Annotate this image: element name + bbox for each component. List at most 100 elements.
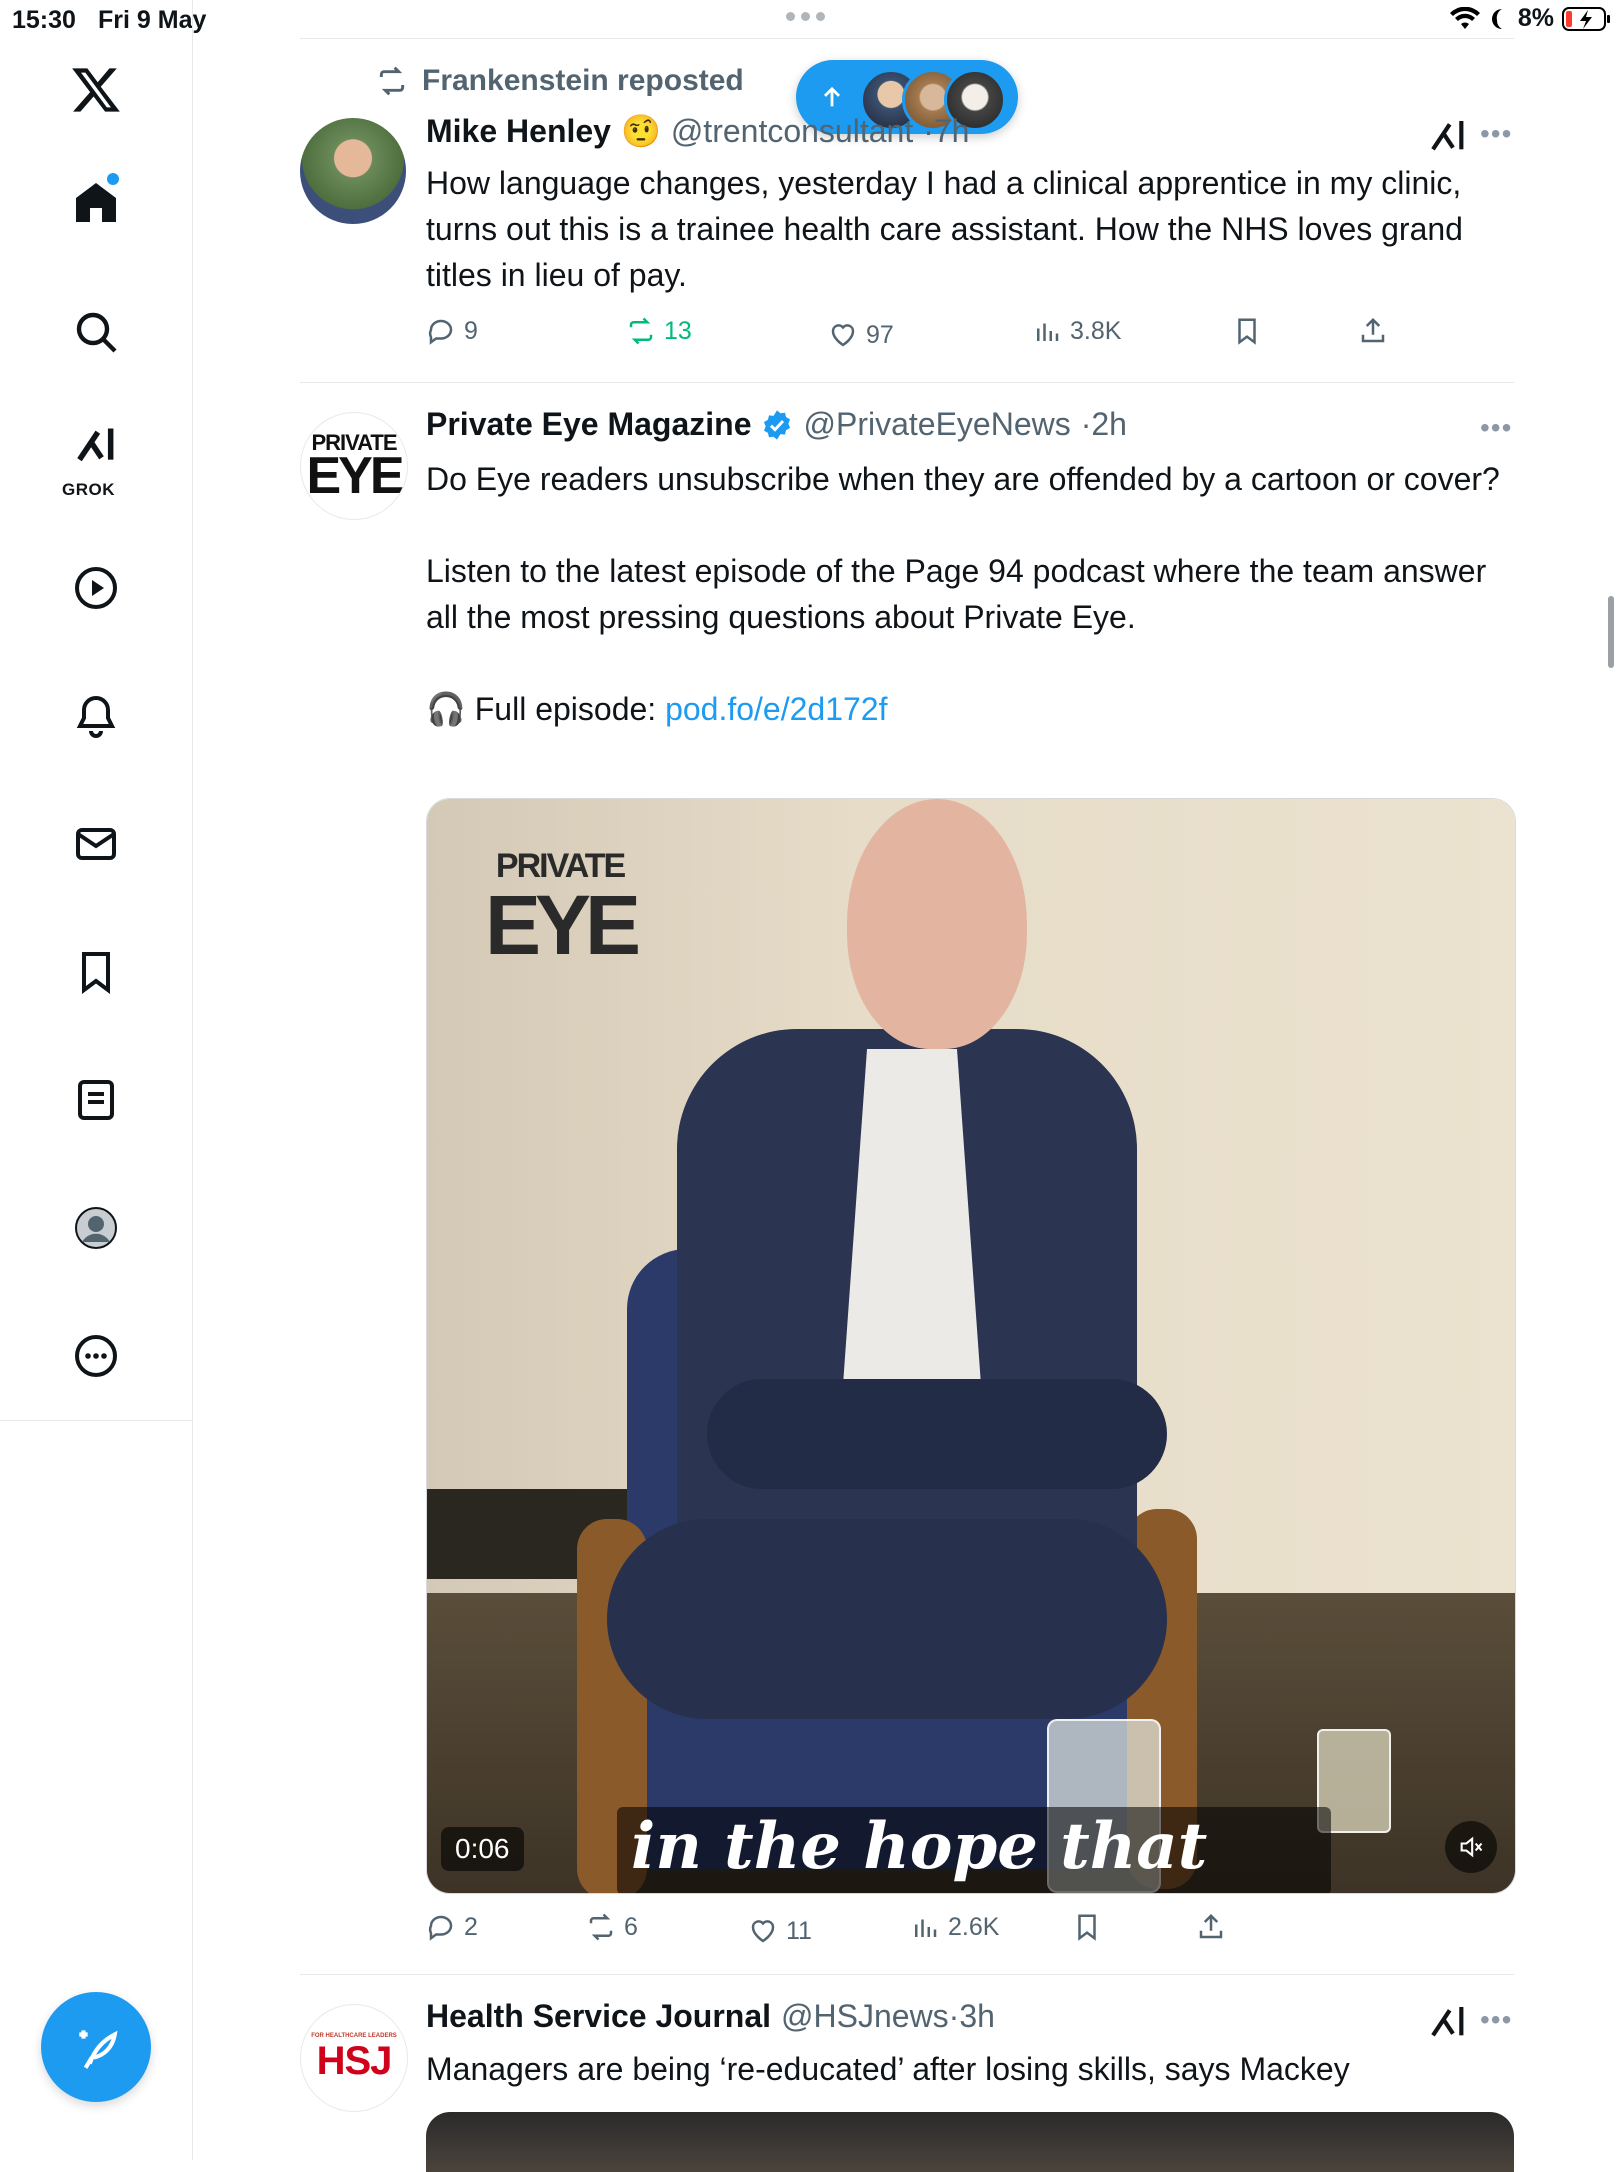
views-button[interactable]: 3.8K <box>1032 316 1121 346</box>
home-icon <box>76 183 116 222</box>
x-logo-icon <box>72 68 120 112</box>
sidebar-item-lists[interactable] <box>56 1060 136 1140</box>
home-notification-dot <box>107 173 119 185</box>
sidebar-item-bookmarks[interactable] <box>56 932 136 1012</box>
like-count: 11 <box>786 1916 812 1945</box>
grok-label: GROK <box>62 480 115 499</box>
reply-button[interactable]: 9 <box>426 316 478 346</box>
status-indicators: 8% <box>1449 4 1612 33</box>
author-handle[interactable]: @HSJnews <box>781 1998 949 2035</box>
mail-icon <box>76 828 116 860</box>
tweet-time[interactable]: ·3h <box>949 1998 995 2035</box>
like-button[interactable]: 11 <box>748 1916 812 1946</box>
volume-muted-icon <box>1460 1836 1483 1858</box>
repost-icon <box>379 66 405 96</box>
scrollbar[interactable] <box>1608 596 1614 668</box>
battery-percent: 8% <box>1517 4 1554 32</box>
repost-button[interactable]: 13 <box>626 316 692 346</box>
tweet-time[interactable]: ·7h <box>923 113 969 150</box>
video-watermark: PRIVATE EYE <box>485 849 641 972</box>
headphones-emoji: 🎧 <box>426 691 466 727</box>
author-name[interactable]: Private Eye Magazine <box>426 406 751 443</box>
more-options-icon[interactable]: ••• <box>1480 412 1512 444</box>
reply-icon <box>428 319 453 345</box>
sidebar-item-more[interactable] <box>56 1316 136 1396</box>
sidebar-item-explore[interactable] <box>56 292 136 372</box>
grok-icon[interactable] <box>1428 2002 1468 2042</box>
avatar[interactable] <box>300 118 406 224</box>
sidebar: GROK <box>0 0 193 2160</box>
tweet-media[interactable] <box>426 2112 1514 2172</box>
reply-button[interactable]: 2 <box>426 1912 478 1942</box>
more-options-icon[interactable]: ••• <box>1480 2004 1512 2036</box>
tweet-body-2: Listen to the latest episode of the Page… <box>426 553 1487 635</box>
share-icon <box>1361 317 1385 343</box>
author-name[interactable]: Mike Henley <box>426 113 611 150</box>
sidebar-item-grok[interactable] <box>56 410 136 480</box>
sidebar-divider <box>0 1420 192 1421</box>
video-caption: in the hope that their <box>617 1807 1331 1893</box>
episode-label: Full episode: <box>474 691 666 727</box>
bookmark-icon <box>1238 318 1256 345</box>
tweet-body: How language changes, yesterday I had a … <box>426 165 1463 293</box>
more-circle-icon <box>75 1335 117 1377</box>
author-name[interactable]: Health Service Journal <box>426 1998 771 2035</box>
heart-icon <box>751 1920 775 1943</box>
view-count: 3.8K <box>1070 316 1122 345</box>
views-icon <box>1037 323 1059 341</box>
bookmark-button[interactable] <box>1232 316 1262 346</box>
share-button[interactable] <box>1358 316 1388 346</box>
reply-count: 2 <box>464 1912 478 1941</box>
arrow-up-icon <box>824 86 840 107</box>
verified-badge-icon <box>764 409 791 440</box>
bell-icon <box>76 695 116 738</box>
reply-count: 9 <box>464 316 478 345</box>
watermark-line2: EYE <box>485 878 641 972</box>
bookmark-icon <box>1078 1914 1096 1941</box>
repost-icon <box>589 1913 613 1941</box>
repost-count: 13 <box>664 316 692 345</box>
author-handle[interactable]: @trentconsultant <box>671 113 913 150</box>
search-icon <box>76 312 117 353</box>
x-logo[interactable] <box>56 50 136 130</box>
bookmark-button[interactable] <box>1072 1912 1102 1942</box>
video-player[interactable]: PRIVATE EYE in the hope that their 0:06 <box>426 798 1516 1894</box>
views-button[interactable]: 2.6K <box>910 1912 999 1942</box>
compose-button[interactable] <box>41 1992 151 2102</box>
tweet-time[interactable]: ·2h <box>1081 406 1127 443</box>
sidebar-item-messages[interactable] <box>56 804 136 884</box>
wifi-icon <box>1449 6 1480 29</box>
tweet-header: Health Service Journal @HSJnews ·3h <box>426 1998 995 2035</box>
sidebar-item-profile[interactable] <box>56 1188 136 1268</box>
profile-icon <box>75 1207 117 1249</box>
repost-icon <box>629 317 653 345</box>
compose-icon <box>79 2030 118 2069</box>
avatar[interactable]: FOR HEALTHCARE LEADERS HSJ <box>300 2004 408 2112</box>
bookmark-icon <box>82 952 110 994</box>
video-person-head <box>847 799 1027 1049</box>
repost-indicator[interactable]: Frankenstein reposted <box>376 64 744 98</box>
author-handle[interactable]: @PrivateEyeNews <box>803 406 1070 443</box>
video-duration: 0:06 <box>441 1827 524 1871</box>
sidebar-item-notifications[interactable] <box>56 676 136 756</box>
mute-button[interactable] <box>1445 1821 1497 1873</box>
moon-icon <box>1491 8 1502 29</box>
grok-icon <box>77 428 114 462</box>
avatar[interactable]: PRIVATE EYE <box>300 412 408 520</box>
repost-button[interactable]: 6 <box>586 1912 638 1942</box>
more-options-icon[interactable]: ••• <box>1480 118 1512 150</box>
sidebar-item-video[interactable] <box>56 548 136 628</box>
grok-icon[interactable] <box>1428 116 1468 156</box>
episode-link[interactable]: pod.fo/e/2d172f <box>665 691 887 727</box>
sidebar-item-home[interactable] <box>56 162 136 242</box>
like-button[interactable]: 97 <box>828 320 894 350</box>
share-button[interactable] <box>1196 1912 1226 1942</box>
tweet-divider <box>300 38 1514 39</box>
tweet-text: Managers are being ‘re-educated’ after l… <box>426 2046 1506 2092</box>
battery-charging-icon <box>1562 6 1610 31</box>
heart-icon <box>831 324 855 347</box>
tweet-body: Managers are being ‘re-educated’ after l… <box>426 2051 1350 2087</box>
reposted-by-label: Frankenstein reposted <box>422 64 744 97</box>
reply-icon <box>428 1915 453 1941</box>
multitasking-dots[interactable] <box>786 12 825 21</box>
